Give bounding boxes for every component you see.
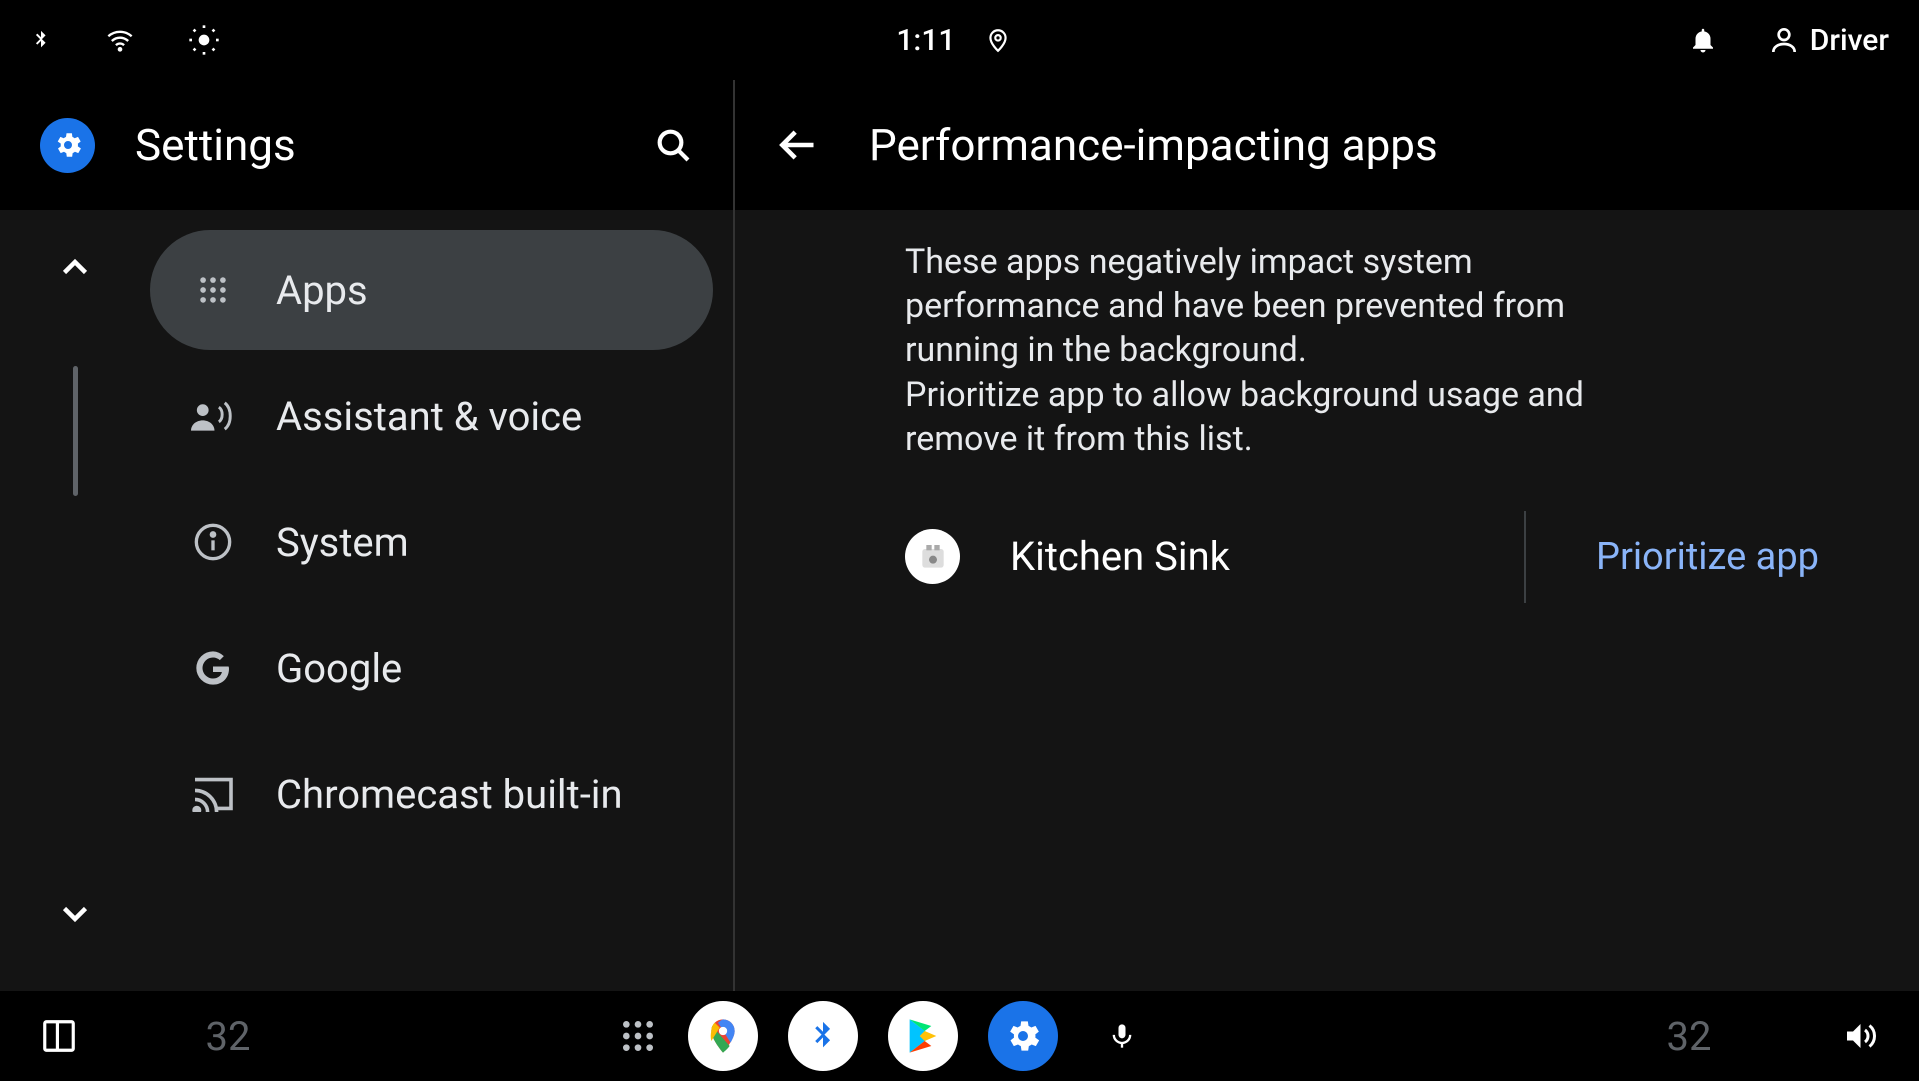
sidebar-item-system[interactable]: System <box>150 482 713 602</box>
sidebar-item-label: Apps <box>276 267 368 314</box>
app-name[interactable]: Kitchen Sink <box>1010 533 1454 580</box>
status-left-icons <box>30 23 220 57</box>
dock-app-maps[interactable] <box>688 1001 758 1071</box>
settings-app-icon <box>40 118 95 173</box>
sidebar-item-label: System <box>276 519 409 566</box>
sidebar-item-label: Chromecast built-in <box>276 771 623 818</box>
assistant-voice-icon <box>190 393 236 439</box>
scroll-thumb[interactable] <box>73 366 78 496</box>
prioritize-app-button[interactable]: Prioritize app <box>1596 535 1819 579</box>
sidebar-title: Settings <box>135 119 613 171</box>
nav-list: Apps Assistant & voice System <box>150 210 733 991</box>
person-icon <box>1768 24 1800 56</box>
location-pin-icon <box>985 23 1011 57</box>
app-icon <box>905 529 960 584</box>
detail-title: Performance-impacting apps <box>869 119 1438 171</box>
bell-icon[interactable] <box>1688 23 1718 57</box>
clock: 1:11 <box>896 23 955 58</box>
status-right-icons: Driver <box>1688 23 1889 58</box>
search-button[interactable] <box>653 125 693 165</box>
row-divider <box>1524 511 1526 603</box>
scroll-track[interactable] <box>72 326 78 855</box>
scroll-up-button[interactable] <box>57 250 93 286</box>
cast-icon <box>190 771 236 817</box>
scroll-down-button[interactable] <box>57 895 93 931</box>
sidebar-item-label: Google <box>276 645 402 692</box>
dock-app-settings[interactable] <box>988 1001 1058 1071</box>
sidebar: Settings <box>0 80 735 991</box>
detail-body: These apps negatively impact system perf… <box>735 210 1919 991</box>
wifi-icon <box>102 26 138 54</box>
back-button[interactable] <box>775 123 819 167</box>
scroll-indicator <box>0 210 150 991</box>
detail-header: Performance-impacting apps <box>735 80 1919 210</box>
temperature-left[interactable]: 32 <box>206 1013 251 1060</box>
user-profile[interactable]: Driver <box>1768 23 1889 58</box>
detail-description: These apps negatively impact system perf… <box>905 240 1665 461</box>
google-g-icon <box>190 645 236 691</box>
sidebar-item-apps[interactable]: Apps <box>150 230 713 350</box>
status-center: 1:11 <box>220 23 1688 58</box>
dock-app-play-store[interactable] <box>888 1001 958 1071</box>
dock: 32 32 <box>0 991 1919 1081</box>
info-icon <box>190 519 236 565</box>
dock-app-bluetooth[interactable] <box>788 1001 858 1071</box>
sidebar-header: Settings <box>0 80 733 210</box>
volume-icon[interactable] <box>1839 1018 1879 1054</box>
temperature-right[interactable]: 32 <box>1667 1013 1712 1060</box>
sidebar-item-label: Assistant & voice <box>276 393 582 440</box>
brightness-icon <box>188 24 220 56</box>
status-bar: 1:11 Driver <box>0 0 1919 80</box>
dock-microphone-icon[interactable] <box>1108 1016 1136 1056</box>
sidebar-item-assistant[interactable]: Assistant & voice <box>150 356 713 476</box>
app-row: Kitchen Sink Prioritize app <box>905 511 1859 603</box>
sidebar-body: Apps Assistant & voice System <box>0 210 733 991</box>
app-launcher-icon[interactable] <box>618 1016 658 1056</box>
bluetooth-icon <box>30 23 52 57</box>
main-area: Settings <box>0 80 1919 991</box>
apps-grid-icon <box>190 267 236 313</box>
detail-pane: Performance-impacting apps These apps ne… <box>735 80 1919 991</box>
sidebar-item-google[interactable]: Google <box>150 608 713 728</box>
user-label: Driver <box>1810 23 1889 58</box>
layout-icon[interactable] <box>40 1017 78 1055</box>
dock-center <box>618 1001 1136 1071</box>
sidebar-item-chromecast[interactable]: Chromecast built-in <box>150 734 713 854</box>
